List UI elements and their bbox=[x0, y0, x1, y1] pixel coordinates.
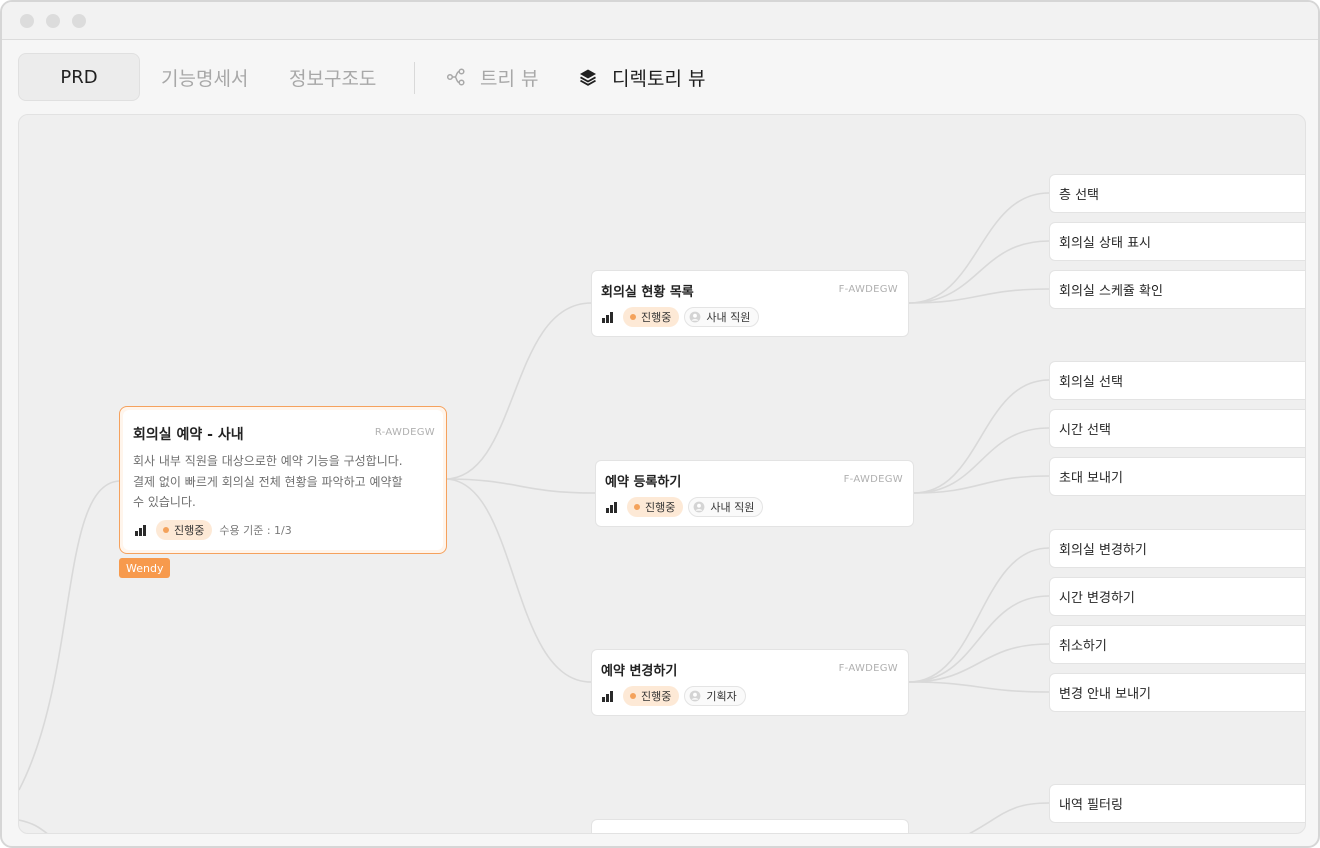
leaf-item[interactable]: 변경 안내 보내기 bbox=[1049, 673, 1305, 712]
owner-badge: Wendy bbox=[119, 558, 171, 578]
feature-meta: 진행중 사내 직원 bbox=[606, 497, 764, 517]
signal-bars-icon bbox=[602, 690, 614, 702]
layers-icon bbox=[578, 67, 598, 87]
status-badge[interactable]: 진행중 bbox=[623, 307, 680, 327]
tab-ia-label: 정보구조도 bbox=[289, 67, 377, 90]
leaf-item[interactable]: 시간 변경하기 bbox=[1049, 577, 1305, 616]
status-dot bbox=[630, 693, 636, 699]
link-f3-leaf-1 bbox=[908, 547, 1050, 683]
tab-divider bbox=[414, 62, 415, 94]
tab-prd[interactable]: PRD bbox=[18, 53, 140, 101]
tab-ia[interactable]: 정보구조도 bbox=[289, 53, 376, 101]
root-description: 회사 내부 직원을 대상으로한 예약 기능을 구성합니다. 결제 없이 빠르게 … bbox=[133, 451, 433, 513]
role-badge[interactable]: 사내 직원 bbox=[684, 307, 760, 327]
link-f1-leaf-1 bbox=[908, 192, 1050, 304]
root-incoming-link bbox=[19, 480, 120, 791]
feature-code: F-AWDEGW bbox=[843, 474, 903, 485]
root-meta: 진행중 수용 기준 : 1/3 bbox=[135, 520, 292, 540]
leaf-item[interactable]: 시간 선택 bbox=[1049, 409, 1305, 448]
link-f2-leaf-2 bbox=[913, 427, 1050, 494]
feature-meta: 진행중 사내 직원 bbox=[602, 307, 760, 327]
leaf-item[interactable]: 회의실 스케쥴 확인 bbox=[1049, 270, 1305, 309]
feature-title: 예약 등록하기 bbox=[605, 475, 682, 490]
feature-card[interactable]: 회의실 현황 목록 F-AWDEGW 진행중 사내 직원 bbox=[591, 270, 909, 337]
tab-tree-view[interactable]: 트리 뷰 bbox=[446, 53, 538, 101]
status-badge[interactable]: 진행중 bbox=[156, 520, 213, 540]
root-code: R-AWDEGW bbox=[374, 427, 435, 438]
feature-title: 회의실 현황 목록 bbox=[601, 285, 694, 300]
title-bar bbox=[2, 2, 1318, 40]
tab-bar: PRD 기능명세서 정보구조도 트리 뷰 디렉토리 뷰 bbox=[2, 41, 1318, 113]
minimize-window-button[interactable] bbox=[46, 14, 60, 28]
root-description-line: 회사 내부 직원을 대상으로한 예약 기능을 구성합니다. bbox=[133, 454, 403, 468]
tab-spec-label: 기능명세서 bbox=[161, 67, 249, 90]
leaf-item[interactable]: 취소하기 bbox=[1049, 625, 1305, 664]
status-label: 진행중 bbox=[641, 690, 672, 703]
leaf-item[interactable]: 내역 필터링 bbox=[1049, 784, 1305, 823]
status-label: 진행중 bbox=[174, 524, 205, 537]
root-description-line: 결제 없이 빠르게 회의실 전체 현황을 파악하고 예약할 bbox=[133, 474, 403, 489]
role-badge[interactable]: 사내 직원 bbox=[688, 497, 764, 517]
status-dot bbox=[630, 314, 636, 320]
feature-card[interactable] bbox=[591, 819, 909, 833]
root-requirement-card[interactable]: 회의실 예약 - 사내 R-AWDEGW 회사 내부 직원을 대상으로한 예약 … bbox=[119, 406, 447, 554]
role-label: 사내 직원 bbox=[710, 501, 755, 514]
leaf-item[interactable]: 회의실 상태 표시 bbox=[1049, 222, 1305, 261]
leaf-item[interactable]: 회의실 변경하기 bbox=[1049, 529, 1305, 568]
link-root-feature-1 bbox=[444, 302, 592, 480]
user-circle-icon bbox=[689, 690, 701, 702]
status-label: 진행중 bbox=[641, 311, 672, 324]
zoom-window-button[interactable] bbox=[72, 14, 86, 28]
link-root-feature-3 bbox=[444, 478, 592, 683]
feature-code: F-AWDEGW bbox=[838, 284, 898, 295]
link-f3-leaf-4 bbox=[908, 681, 1050, 693]
link-f4-leaf-1 bbox=[968, 802, 1050, 833]
feature-card[interactable]: 예약 변경하기 F-AWDEGW 진행중 기획자 bbox=[591, 649, 909, 716]
user-circle-icon bbox=[693, 501, 705, 513]
leaf-item[interactable]: 초대 보내기 bbox=[1049, 457, 1305, 496]
close-window-button[interactable] bbox=[20, 14, 34, 28]
signal-bars-icon bbox=[602, 311, 614, 323]
tab-prd-label: PRD bbox=[60, 66, 98, 88]
root-card-body: 회의실 예약 - 사내 R-AWDEGW 회사 내부 직원을 대상으로한 예약 … bbox=[123, 410, 443, 550]
signal-bars-icon bbox=[135, 524, 147, 536]
link-f1-leaf-2 bbox=[908, 240, 1050, 304]
user-circle-icon bbox=[689, 311, 701, 323]
feature-code: F-AWDEGW bbox=[838, 663, 898, 674]
feature-meta: 진행중 기획자 bbox=[602, 686, 746, 706]
status-dot bbox=[163, 527, 169, 533]
root-title: 회의실 예약 - 사내 bbox=[133, 427, 244, 443]
directory-canvas[interactable]: 회의실 예약 - 사내 R-AWDEGW 회사 내부 직원을 대상으로한 예약 … bbox=[18, 114, 1306, 834]
root-description-line: 수 있습니다. bbox=[133, 495, 196, 509]
link-f3-leaf-2 bbox=[908, 595, 1050, 683]
acceptance-criteria-count: 수용 기준 : 1/3 bbox=[219, 524, 292, 537]
status-label: 진행중 bbox=[645, 501, 676, 514]
tab-directory-view[interactable]: 디렉토리 뷰 bbox=[578, 53, 705, 101]
feature-card[interactable]: 예약 등록하기 F-AWDEGW 진행중 사내 직원 bbox=[595, 460, 914, 527]
role-label: 사내 직원 bbox=[706, 311, 751, 324]
signal-bars-icon bbox=[606, 501, 618, 513]
status-badge[interactable]: 진행중 bbox=[627, 497, 684, 517]
tree-branch-icon bbox=[446, 67, 466, 87]
role-badge[interactable]: 기획자 bbox=[684, 686, 746, 706]
leaf-item[interactable]: 회의실 선택 bbox=[1049, 361, 1305, 400]
tab-spec[interactable]: 기능명세서 bbox=[161, 53, 248, 101]
role-label: 기획자 bbox=[706, 690, 737, 703]
feature-title: 예약 변경하기 bbox=[601, 664, 678, 679]
lower-incoming-link bbox=[19, 819, 48, 833]
tab-tree-view-label: 트리 뷰 bbox=[480, 67, 539, 90]
link-f3-leaf-3 bbox=[908, 643, 1050, 683]
app-window: PRD 기능명세서 정보구조도 트리 뷰 디렉토리 뷰 회의실 예약 - 사내 … bbox=[0, 0, 1320, 848]
tab-directory-view-label: 디렉토리 뷰 bbox=[612, 67, 706, 90]
status-badge[interactable]: 진행중 bbox=[623, 686, 680, 706]
status-dot bbox=[634, 504, 640, 510]
leaf-item[interactable]: 층 선택 bbox=[1049, 174, 1305, 213]
